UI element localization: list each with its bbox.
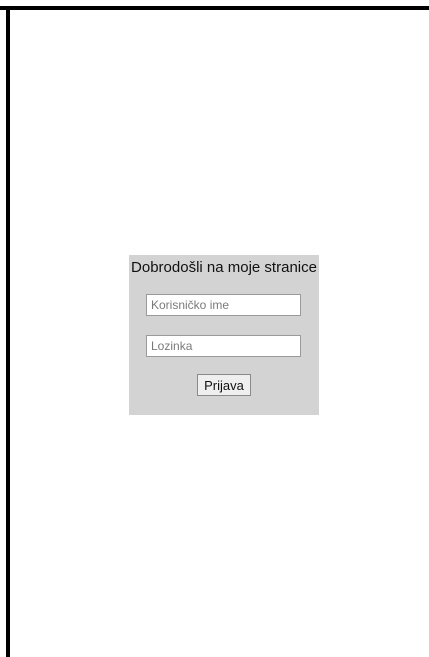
login-panel: Dobrodošli na moje stranice Prijava: [129, 255, 319, 415]
login-button[interactable]: Prijava: [197, 374, 251, 396]
username-input[interactable]: [146, 294, 301, 316]
password-input[interactable]: [146, 335, 301, 357]
login-title: Dobrodošli na moje stranice: [131, 259, 317, 276]
page-frame-top-border: [0, 6, 429, 10]
page-frame-left-border: [6, 6, 10, 657]
